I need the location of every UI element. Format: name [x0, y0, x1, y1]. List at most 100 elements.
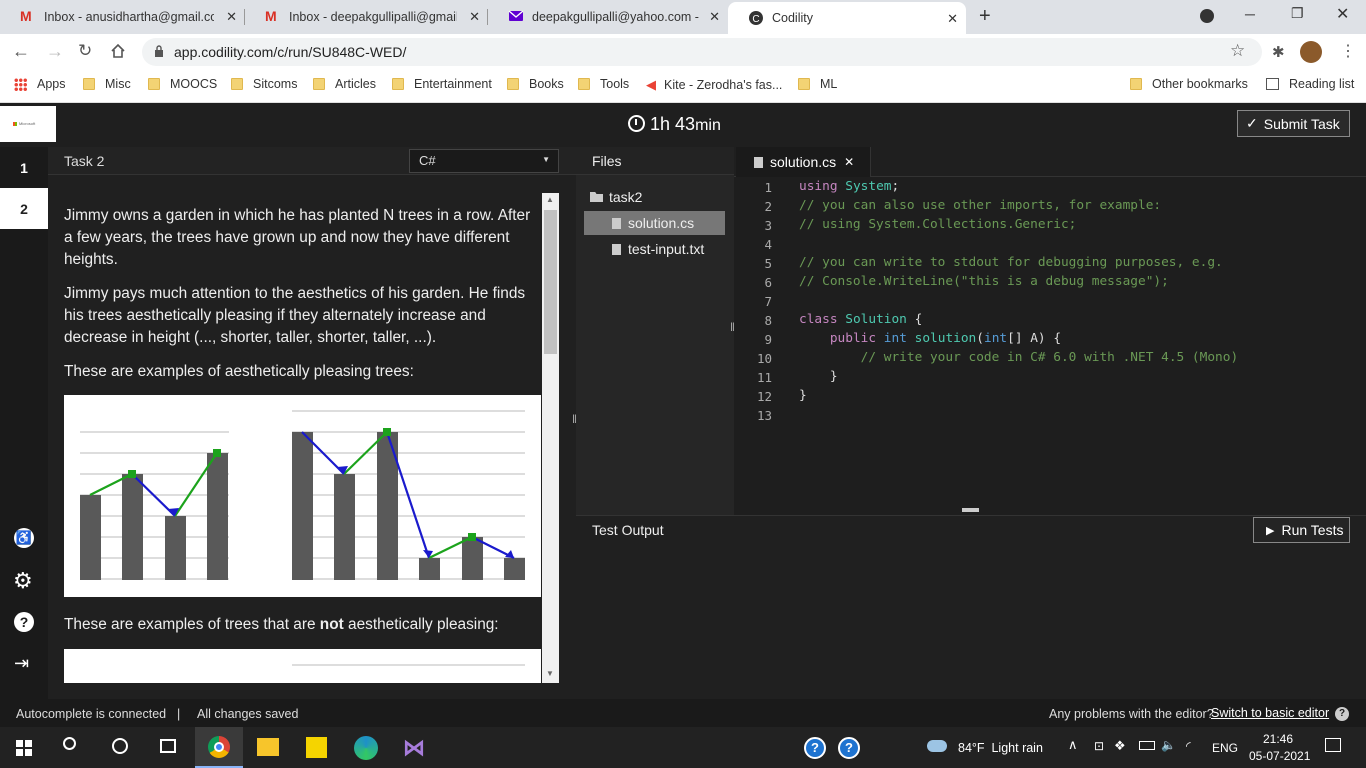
chevron-down-icon: ▼: [542, 155, 550, 164]
tab-title: deepakgullipalli@yahoo.com - Ya: [532, 10, 700, 24]
task-number-1[interactable]: 1: [0, 147, 48, 188]
task-number-2[interactable]: 2: [0, 188, 48, 229]
wifi-icon[interactable]: ◜: [1186, 739, 1191, 753]
file-solution-cs[interactable]: solution.cs: [584, 211, 725, 235]
volume-icon[interactable]: 🔈: [1161, 738, 1176, 752]
task-paragraph: Jimmy owns a garden in which he has plan…: [64, 207, 531, 268]
extensions-icon[interactable]: ✱: [1272, 43, 1285, 61]
help-icon[interactable]: ?: [14, 612, 34, 632]
run-tests-label: Run Tests: [1281, 522, 1344, 538]
logout-icon[interactable]: ⇥: [14, 653, 29, 674]
line-number: 5: [764, 256, 772, 271]
line-number: 13: [756, 408, 772, 423]
browser-tab-gmail-2[interactable]: M Inbox - deepakgullipalli@gmail.c ✕: [245, 0, 488, 34]
browser-tab-yahoo[interactable]: deepakgullipalli@yahoo.com - Ya ✕: [488, 0, 728, 34]
close-tab-icon[interactable]: ✕: [226, 9, 237, 25]
switch-editor-link[interactable]: Switch to basic editor: [1211, 706, 1329, 720]
address-bar[interactable]: app.codility.com/c/run/SU848C-WED/ ☆: [142, 38, 1262, 66]
chevron-up-icon[interactable]: ∧: [1068, 737, 1078, 753]
scrollbar-thumb[interactable]: [544, 210, 557, 354]
bookmark-apps[interactable]: Apps: [14, 77, 66, 91]
editor-tab-solution[interactable]: solution.cs ✕: [736, 147, 871, 177]
files-title: Files: [592, 153, 622, 169]
bookmark-moocs[interactable]: MOOCS: [148, 77, 217, 91]
folder-task2[interactable]: task2: [590, 189, 642, 205]
bookmark-sitcoms[interactable]: Sitcoms: [231, 77, 297, 91]
edge-icon[interactable]: [354, 736, 378, 760]
reload-icon[interactable]: ↻: [78, 41, 92, 61]
code-line: }: [799, 369, 838, 384]
bookmark-entertainment[interactable]: Entertainment: [392, 77, 492, 91]
windows-taskbar: ⋈ ? ? 84°F Light rain ∧ ⊡ ❖ 🔈 ◜ ENG 21:4…: [0, 727, 1366, 768]
scroll-up-icon[interactable]: ▲: [546, 195, 554, 204]
bookmark-tools[interactable]: Tools: [578, 77, 629, 91]
chrome-taskbar-button[interactable]: [195, 727, 243, 768]
bookmark-ml[interactable]: ML: [798, 77, 837, 91]
close-window-icon[interactable]: ✕: [1336, 4, 1349, 24]
meet-now-icon[interactable]: ⊡: [1094, 739, 1104, 753]
browser-tab-gmail-1[interactable]: M Inbox - anusidhartha@gmail.com ✕: [0, 0, 245, 34]
visual-studio-icon[interactable]: ⋈: [403, 735, 425, 761]
clock-date[interactable]: 05-07-2021: [1249, 749, 1310, 763]
forward-icon[interactable]: →: [46, 41, 64, 62]
sticky-notes-icon[interactable]: [306, 737, 327, 758]
submit-task-button[interactable]: ✓ Submit Task: [1237, 110, 1350, 137]
home-icon[interactable]: [110, 43, 126, 64]
close-tab-icon[interactable]: ✕: [947, 11, 958, 27]
gmail-icon: M: [265, 8, 277, 24]
file-test-input[interactable]: test-input.txt: [612, 241, 704, 257]
check-icon: ✓: [1246, 115, 1258, 131]
file-explorer-icon[interactable]: [257, 738, 279, 756]
close-tab-icon[interactable]: ✕: [469, 9, 480, 25]
back-icon[interactable]: ←: [12, 41, 30, 62]
output-resize-handle[interactable]: [962, 508, 979, 512]
help-icon[interactable]: ?: [1335, 707, 1349, 721]
run-tests-button[interactable]: ▶ Run Tests: [1253, 517, 1350, 543]
timer-unit: min: [695, 117, 721, 134]
bookmark-articles[interactable]: Articles: [313, 77, 376, 91]
clock-time[interactable]: 21:46: [1263, 732, 1293, 746]
cortana-icon[interactable]: [112, 738, 128, 754]
new-tab-icon[interactable]: +: [979, 5, 991, 28]
timer: 1h 43min: [628, 114, 721, 135]
task-scrollbar[interactable]: ▲ ▼: [542, 193, 559, 683]
bookmark-books[interactable]: Books: [507, 77, 564, 91]
weather-text[interactable]: 84°F Light rain: [958, 741, 1043, 755]
file-icon: [612, 217, 621, 229]
code-line: // you can write to stdout for debugging…: [799, 255, 1223, 270]
autocomplete-status: Autocomplete is connected: [16, 707, 167, 721]
avatar[interactable]: [1300, 41, 1322, 63]
folder-label: task2: [609, 189, 643, 205]
help-app-icon[interactable]: ?: [838, 737, 860, 759]
restore-icon[interactable]: ❐: [1291, 5, 1304, 22]
language-indicator[interactable]: ENG: [1212, 741, 1238, 755]
browser-tab-codility[interactable]: C Codility ✕: [728, 2, 966, 34]
browser-menu-icon[interactable]: ⋮: [1340, 41, 1356, 61]
tab-title: Codility: [772, 11, 813, 25]
bookmark-star-icon[interactable]: ☆: [1230, 41, 1245, 61]
profile-menu-icon[interactable]: [1200, 9, 1214, 23]
folder-icon: [578, 78, 590, 90]
help-app-icon[interactable]: ?: [804, 737, 826, 759]
bookmark-kite[interactable]: ◀ Kite - Zerodha's fas...: [646, 77, 782, 93]
close-tab-icon[interactable]: ✕: [844, 155, 854, 169]
minimize-icon[interactable]: ─: [1245, 6, 1255, 22]
accessibility-icon[interactable]: ♿: [14, 528, 34, 548]
task-view-icon[interactable]: [160, 739, 176, 753]
bookmark-other[interactable]: Other bookmarks: [1130, 77, 1248, 91]
reading-list[interactable]: Reading list: [1266, 77, 1354, 91]
bookmark-misc[interactable]: Misc: [83, 77, 131, 91]
folder-icon: [1130, 78, 1142, 90]
scroll-down-icon[interactable]: ▼: [546, 669, 554, 678]
language-select[interactable]: C# ▼: [409, 149, 559, 173]
close-tab-icon[interactable]: ✕: [709, 9, 720, 25]
folder-open-icon: [590, 192, 603, 202]
dropbox-icon[interactable]: ❖: [1114, 738, 1126, 754]
gear-icon[interactable]: ⚙: [13, 568, 33, 594]
bookmark-label: Kite - Zerodha's fas...: [664, 78, 783, 92]
search-icon[interactable]: [63, 737, 76, 750]
windows-start-icon[interactable]: [16, 740, 32, 756]
battery-icon[interactable]: [1139, 741, 1155, 750]
notifications-icon[interactable]: [1325, 738, 1341, 752]
task-text: aesthetically pleasing:: [343, 616, 499, 633]
